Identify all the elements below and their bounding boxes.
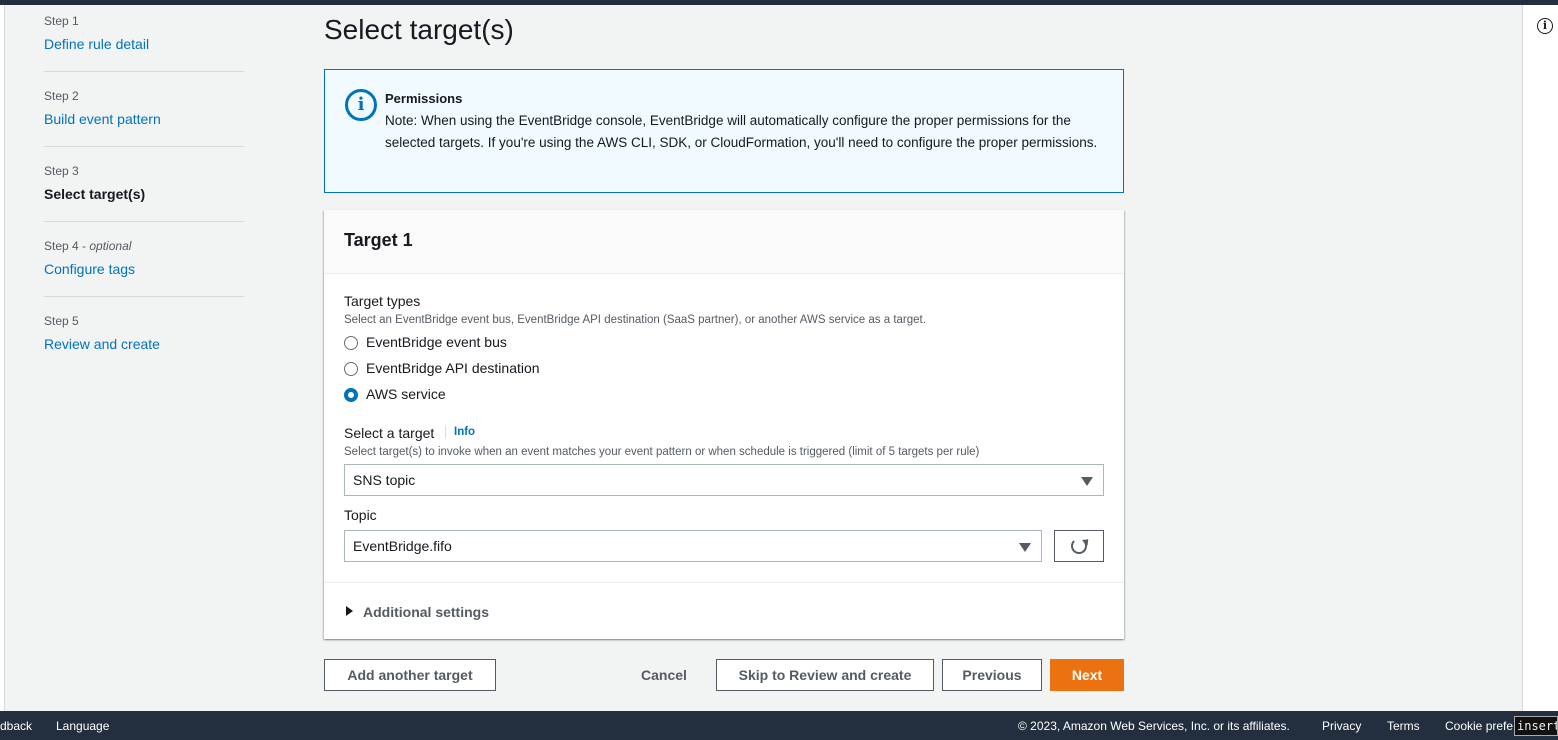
step-label-text: Step 4 - (44, 239, 87, 253)
caret-right-icon (346, 606, 353, 616)
cancel-button[interactable]: Cancel (630, 659, 698, 691)
step-link-build-event-pattern[interactable]: Build event pattern (44, 111, 161, 127)
step-label: Step 1 (44, 14, 79, 28)
card-title: Target 1 (344, 230, 413, 250)
cookie-preferences-link[interactable]: Cookie prefe (1445, 719, 1513, 733)
step-3: Step 3 Select target(s) (44, 164, 244, 239)
radio-button[interactable] (344, 362, 358, 376)
language-link[interactable]: Language (56, 719, 109, 733)
radio-label: EventBridge API destination (366, 360, 540, 376)
topic-select-dropdown[interactable]: EventBridge.fifo (344, 530, 1042, 562)
page-title: Select target(s) (324, 14, 514, 45)
target-types-label: Target types (344, 293, 421, 309)
step-divider (44, 71, 244, 72)
target-select-value: SNS topic (353, 472, 416, 488)
target-card: Target 1 Target types Select an EventBri… (324, 210, 1124, 639)
step-link-define-rule-detail[interactable]: Define rule detail (44, 36, 149, 52)
radio-label: AWS service (366, 386, 446, 402)
info-circle-icon: i (345, 89, 377, 121)
insert-mode-indicator: insert (1514, 716, 1558, 736)
step-divider (44, 221, 244, 222)
step-2: Step 2 Build event pattern (44, 89, 244, 164)
step-optional-tag: optional (89, 239, 132, 253)
skip-to-review-button[interactable]: Skip to Review and create (716, 659, 934, 691)
privacy-link[interactable]: Privacy (1322, 719, 1361, 733)
step-5: Step 5 Review and create (44, 314, 244, 389)
step-divider (44, 146, 244, 147)
caret-down-icon (1081, 477, 1093, 486)
previous-button[interactable]: Previous (942, 659, 1042, 691)
target-types-description: Select an EventBridge event bus, EventBr… (344, 314, 926, 326)
refresh-button[interactable] (1054, 530, 1104, 562)
step-label: Step 4 - optional (44, 239, 131, 253)
left-edge-panel (0, 5, 5, 711)
step-label: Step 2 (44, 89, 79, 103)
select-target-label: Select a target (344, 425, 435, 441)
info-icon[interactable]: i (1537, 18, 1553, 34)
tools-rail: i (1522, 5, 1558, 711)
permissions-alert: i Permissions Note: When using the Event… (324, 69, 1124, 193)
select-target-description: Select target(s) to invoke when an event… (344, 446, 980, 458)
step-1: Step 1 Define rule detail (44, 14, 244, 89)
additional-settings-label: Additional settings (363, 604, 489, 620)
radio-button[interactable] (344, 336, 358, 350)
alert-title: Permissions (385, 91, 463, 106)
step-link-review-and-create[interactable]: Review and create (44, 336, 160, 352)
step-4: Step 4 - optional Configure tags (44, 239, 244, 314)
alert-text: Note: When using the EventBridge console… (385, 113, 1098, 150)
copyright-text: © 2023, Amazon Web Services, Inc. or its… (1018, 719, 1290, 733)
radio-label: EventBridge event bus (366, 334, 507, 350)
step-label: Step 3 (44, 164, 79, 178)
feedback-link[interactable]: dback (0, 719, 32, 733)
caret-down-icon (1019, 543, 1031, 552)
topic-select-value: EventBridge.fifo (353, 538, 452, 554)
topic-label: Topic (344, 507, 377, 523)
step-divider (44, 296, 244, 297)
step-link-configure-tags[interactable]: Configure tags (44, 261, 135, 277)
step-current-select-targets: Select target(s) (44, 186, 146, 202)
card-header: Target 1 (324, 210, 1124, 274)
radio-button-selected[interactable] (344, 388, 358, 402)
target-select-dropdown[interactable]: SNS topic (344, 464, 1104, 496)
card-divider (324, 582, 1124, 583)
top-navigation-bar (0, 0, 1558, 5)
info-link[interactable]: Info (445, 426, 475, 438)
refresh-icon (1071, 538, 1087, 554)
footer: dback Language © 2023, Amazon Web Servic… (0, 711, 1558, 740)
terms-link[interactable]: Terms (1387, 719, 1420, 733)
add-another-target-button[interactable]: Add another target (324, 659, 496, 691)
step-label: Step 5 (44, 314, 79, 328)
next-button[interactable]: Next (1050, 659, 1124, 691)
